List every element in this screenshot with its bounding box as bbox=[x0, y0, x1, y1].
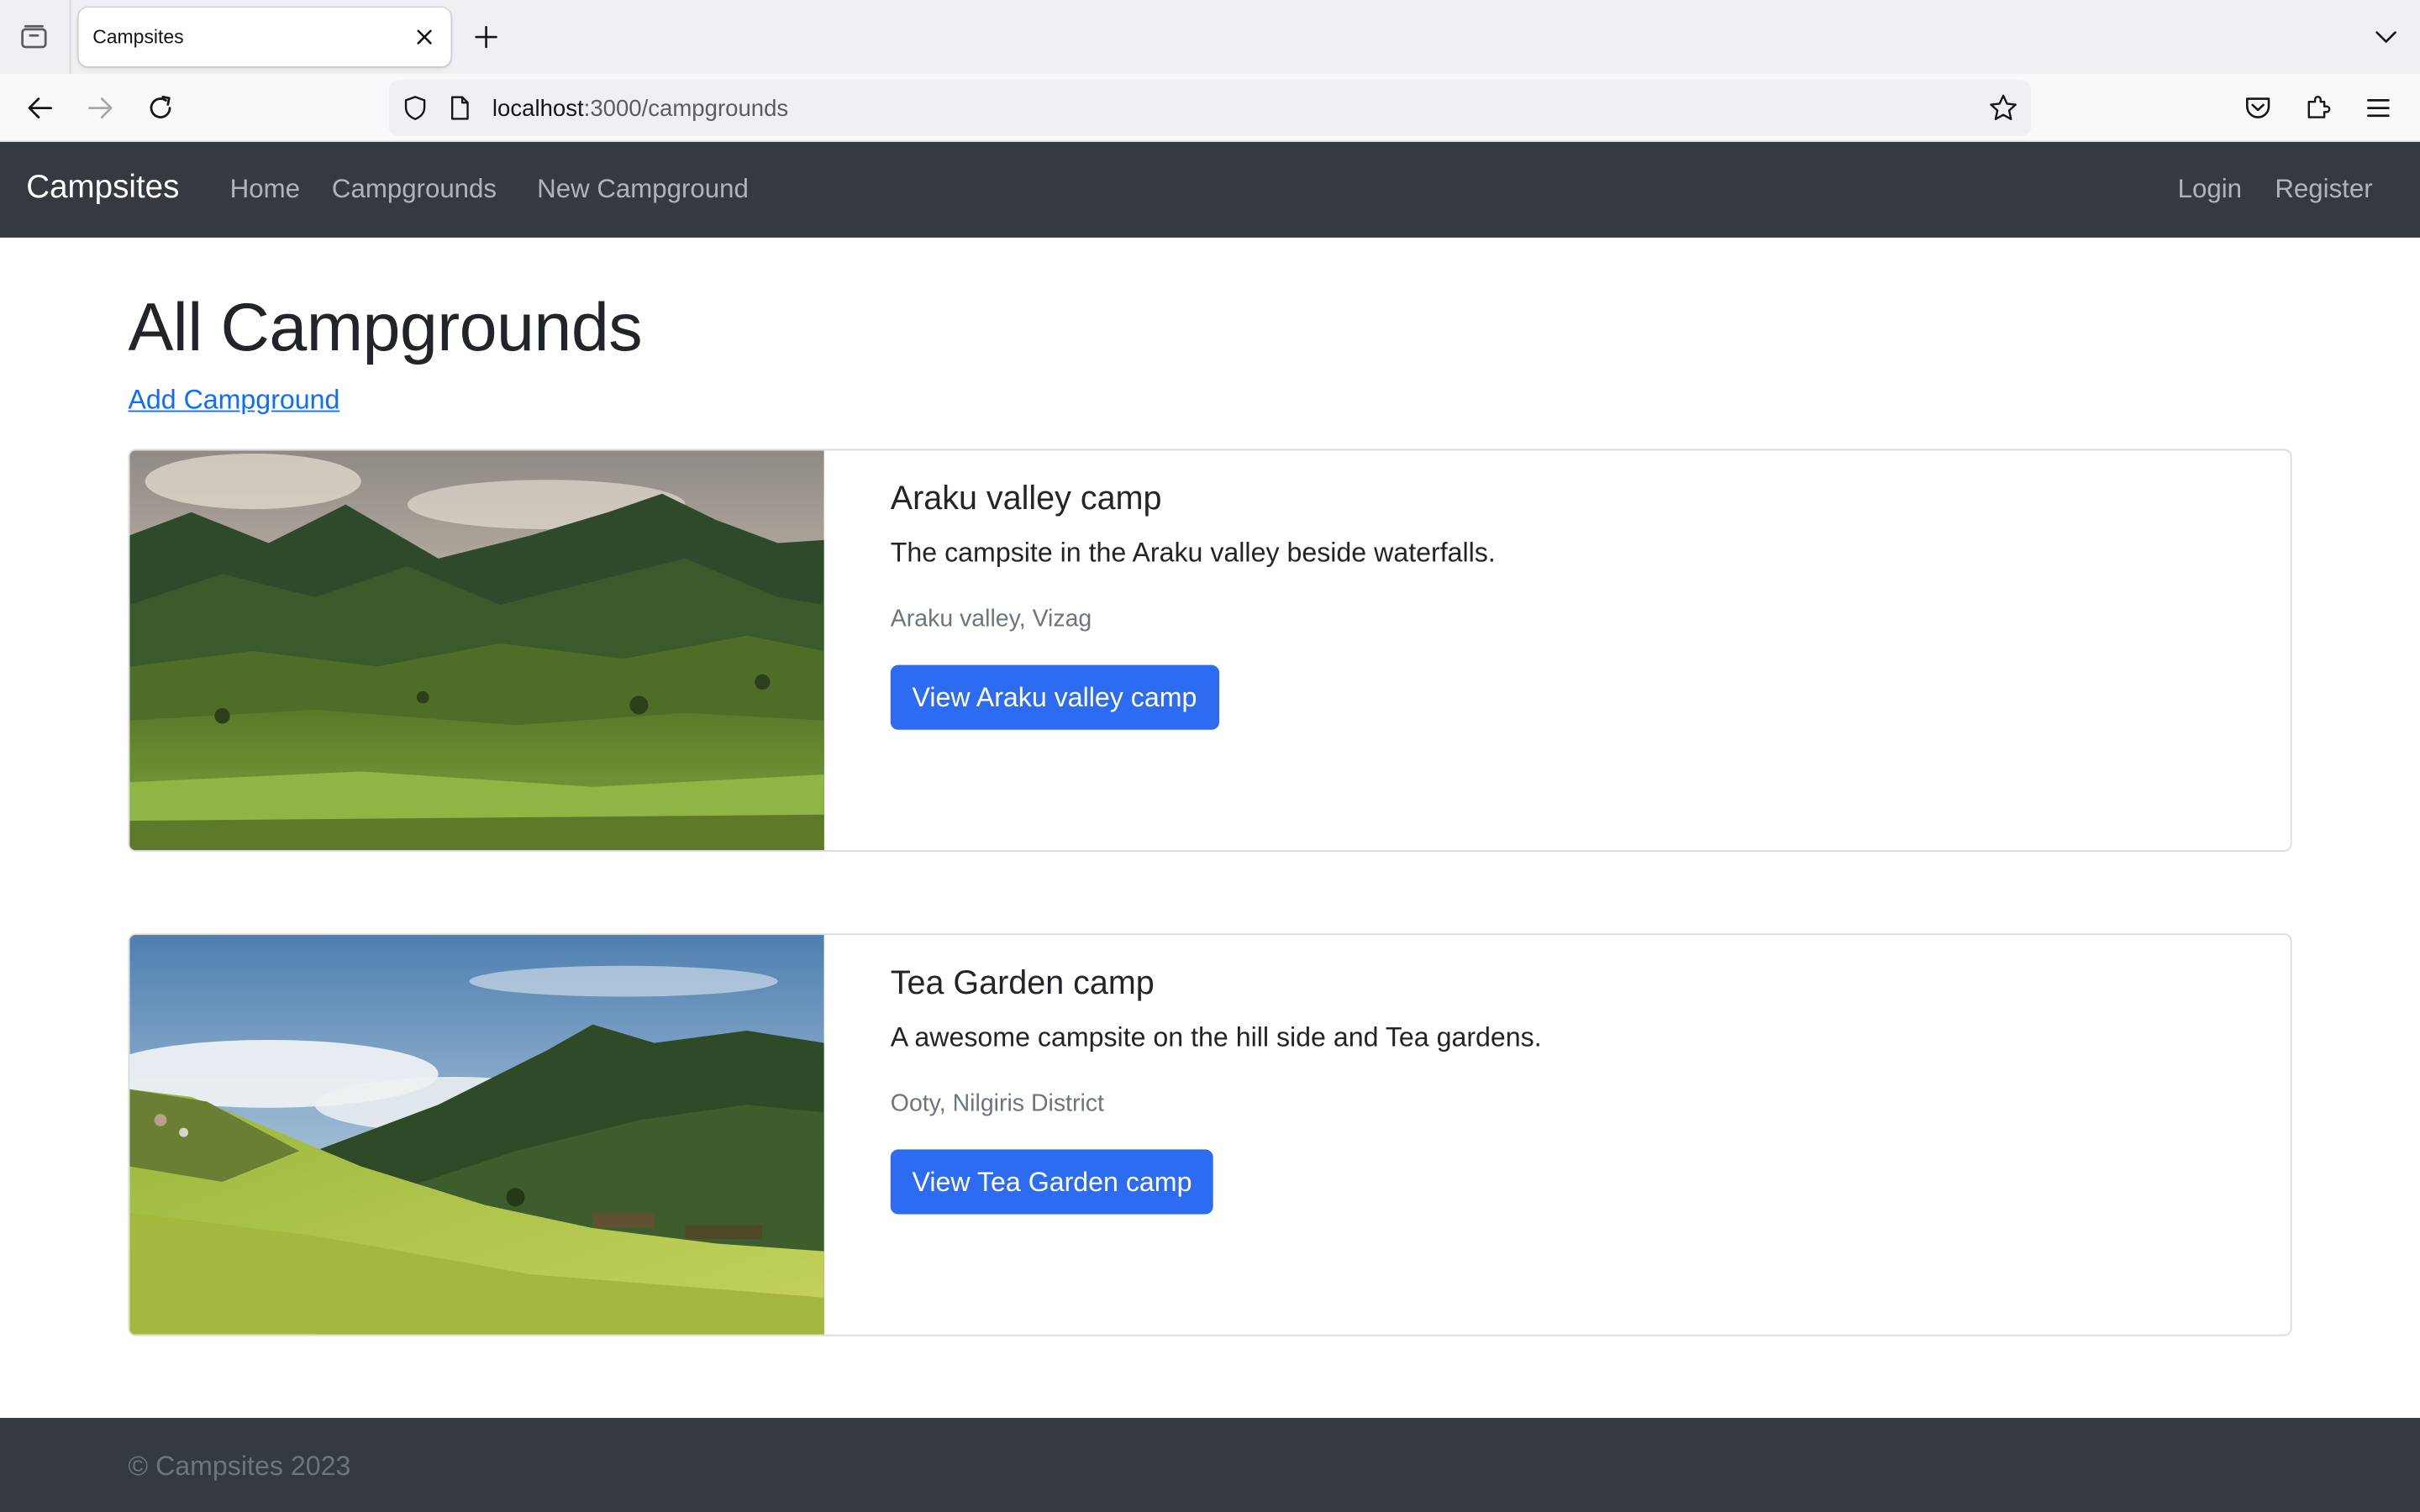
campground-card: Araku valley camp The campsite in the Ar… bbox=[128, 449, 2292, 852]
campground-image bbox=[129, 935, 824, 1335]
campground-location: Ooty, Nilgiris District bbox=[890, 1090, 1104, 1117]
url-path: :3000/campgrounds bbox=[583, 95, 789, 123]
browser-tab-strip: Campsites bbox=[0, 0, 2420, 75]
brand-link[interactable]: Campsites bbox=[26, 170, 179, 207]
nav-link-campgrounds[interactable]: Campgrounds bbox=[332, 175, 497, 206]
back-arrow-icon[interactable] bbox=[22, 90, 59, 127]
view-campground-button[interactable]: View Tea Garden camp bbox=[890, 1149, 1214, 1215]
puzzle-icon[interactable] bbox=[2300, 90, 2337, 127]
campground-description: A awesome campsite on the hill side and … bbox=[890, 1021, 1542, 1053]
site-navbar: Campsites Home Campgrounds New Campgroun… bbox=[0, 141, 2420, 238]
plus-icon[interactable] bbox=[468, 18, 505, 55]
tab-list-icon[interactable] bbox=[13, 15, 55, 58]
reload-icon[interactable] bbox=[142, 90, 179, 127]
close-icon[interactable] bbox=[411, 24, 439, 51]
nav-link-register[interactable]: Register bbox=[2275, 175, 2372, 206]
page-icon[interactable] bbox=[446, 94, 474, 122]
url-text[interactable]: localhost:3000/campgrounds bbox=[492, 96, 788, 122]
hamburger-menu-icon[interactable] bbox=[2360, 90, 2396, 127]
nav-link-home[interactable]: Home bbox=[230, 175, 300, 206]
nav-link-login[interactable]: Login bbox=[2178, 175, 2242, 206]
browser-tab-active[interactable]: Campsites bbox=[78, 8, 451, 66]
tab-title: Campsites bbox=[92, 26, 184, 48]
campground-card: Tea Garden camp A awesome campsite on th… bbox=[128, 933, 2292, 1336]
pocket-icon[interactable] bbox=[2239, 90, 2276, 127]
view-campground-button[interactable]: View Araku valley camp bbox=[890, 664, 1219, 730]
campground-title: Tea Garden camp bbox=[890, 963, 1155, 1002]
url-bar[interactable]: localhost:3000/campgrounds bbox=[388, 80, 2032, 136]
campground-title: Araku valley camp bbox=[890, 480, 1162, 517]
url-host: localhost bbox=[492, 95, 584, 123]
campground-location: Araku valley, Vizag bbox=[890, 606, 1092, 633]
page-root: Campsites localhost:3000/campgrounds Cam… bbox=[0, 0, 2420, 1512]
forward-arrow-icon[interactable] bbox=[82, 90, 118, 127]
site-footer: © Campsites 2023 bbox=[0, 1417, 2420, 1512]
footer-copyright: © Campsites 2023 bbox=[128, 1450, 351, 1482]
tab-strip-divider bbox=[69, 0, 71, 75]
chevron-down-icon[interactable] bbox=[2368, 18, 2405, 55]
shield-icon[interactable] bbox=[402, 94, 429, 122]
add-campground-link[interactable]: Add Campground bbox=[128, 384, 339, 417]
campground-description: The campsite in the Araku valley beside … bbox=[890, 537, 1496, 568]
browser-toolbar: localhost:3000/campgrounds bbox=[0, 74, 2420, 142]
nav-link-new-campground[interactable]: New Campground bbox=[537, 175, 749, 206]
campground-image bbox=[129, 450, 824, 851]
page-title: All Campgrounds bbox=[128, 290, 643, 366]
star-icon[interactable] bbox=[1988, 92, 2019, 123]
